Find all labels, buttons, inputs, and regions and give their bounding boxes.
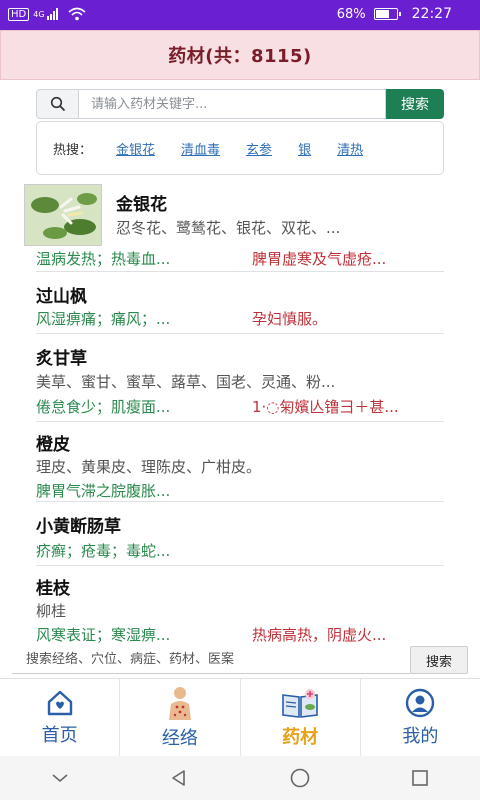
herb-effect: 疥癣；疮毒；毒蛇... xyxy=(36,542,171,560)
tab-home[interactable]: 首页 xyxy=(0,679,121,756)
herb-effect: 倦怠食少；肌瘦面... xyxy=(36,398,171,416)
herb-alias: 理皮、黄果皮、理陈皮、广柑皮。 xyxy=(36,458,262,476)
system-nav-bar xyxy=(0,756,480,800)
meridian-body-icon xyxy=(168,686,191,720)
tab-label: 我的 xyxy=(402,725,439,747)
status-bar: HD 4G 68% 22:27 xyxy=(0,0,480,30)
herb-search-bar: 搜索 xyxy=(36,89,444,119)
herb-list-item[interactable]: 过山枫 风湿痹痛；痛风；... 孕妇慎服。 xyxy=(36,272,444,334)
hot-search-label: 热搜： xyxy=(53,142,93,158)
battery-percent: 68% xyxy=(336,6,366,22)
global-search-button[interactable]: 搜索 xyxy=(410,646,468,674)
hot-search-link[interactable]: 玄参 xyxy=(246,139,272,158)
hot-search-box: 热搜： 金银花 清血毒 玄参 银 清热 xyxy=(36,121,444,175)
hd-icon: HD xyxy=(8,7,30,21)
recents-square-icon[interactable] xyxy=(410,768,430,788)
tab-label: 药材 xyxy=(282,726,319,748)
herb-name: 桂枝 xyxy=(36,579,70,599)
herb-effect: 风寒表证；寒湿痹... xyxy=(36,626,171,644)
herb-list: 金银花 忍冬花、鹭鸶花、银花、双花、... 温病发热；热毒血... 脾胃虚寒及气… xyxy=(0,182,480,646)
hot-search-link[interactable]: 清热 xyxy=(337,139,363,158)
network-type-label: 4G xyxy=(33,9,45,19)
herb-list-item[interactable]: 小黄断肠草 疥癣；疮毒；毒蛇... xyxy=(36,502,444,566)
herb-name: 炙甘草 xyxy=(36,349,87,369)
herb-caution: 脾胃虚寒及气虚疮... xyxy=(252,250,387,268)
herb-list-item[interactable]: 橙皮 理皮、黄果皮、理陈皮、广柑皮。 脾胃气滞之脘腹胀... xyxy=(36,422,444,502)
battery-icon xyxy=(373,8,401,20)
herb-effect: 温病发热；热毒血... xyxy=(36,250,171,268)
hot-search-link[interactable]: 银 xyxy=(298,139,311,158)
hot-search-link[interactable]: 金银花 xyxy=(116,139,155,158)
search-button[interactable]: 搜索 xyxy=(386,89,444,119)
herb-caution: 孕妇慎服。 xyxy=(252,310,328,328)
tab-label: 经络 xyxy=(161,727,198,749)
herb-caution: 1·◌匊嬪亾镥彐＋甚... xyxy=(252,398,399,416)
signal-icon xyxy=(46,8,58,20)
bottom-tab-bar: 首页 经络 药材 我的 xyxy=(0,678,480,756)
herb-name: 过山枫 xyxy=(36,287,87,307)
tab-meridian[interactable]: 经络 xyxy=(120,679,241,756)
page-header: 药材(共：8115) xyxy=(0,30,480,80)
herb-effect: 风湿痹痛；痛风；... xyxy=(36,310,171,328)
herb-caution: 热病高热，阴虚火... xyxy=(252,626,387,644)
chevron-down-icon[interactable] xyxy=(50,771,70,785)
herb-list-item[interactable]: 炙甘草 美草、蜜甘、蜜草、蕗草、国老、灵通、粉... 倦怠食少；肌瘦面... 1… xyxy=(36,334,444,422)
herb-effect: 脾胃气滞之脘腹胀... xyxy=(36,482,171,500)
herb-name: 小黄断肠草 xyxy=(36,517,121,537)
herb-thumbnail xyxy=(24,184,102,246)
back-icon[interactable] xyxy=(169,768,189,788)
herb-name: 橙皮 xyxy=(36,435,70,455)
herb-alias: 柳桂 xyxy=(36,602,67,620)
herb-list-item[interactable]: 桂枝 柳桂 风寒表证；寒湿痹... 热病高热，阴虚火... xyxy=(36,566,444,646)
tab-profile[interactable]: 我的 xyxy=(361,679,480,756)
herb-alias: 美草、蜜甘、蜜草、蕗草、国老、灵通、粉... xyxy=(36,373,336,391)
hot-search-link[interactable]: 清血毒 xyxy=(181,139,220,158)
tab-label: 首页 xyxy=(41,724,78,746)
search-icon xyxy=(36,89,78,119)
clock: 22:27 xyxy=(411,6,452,22)
herb-book-icon xyxy=(282,688,318,718)
page-title: 药材(共：8115) xyxy=(168,46,312,67)
user-icon xyxy=(406,688,435,717)
herb-alias: 忍冬花、鹭鸶花、银花、双花、... xyxy=(116,219,341,237)
herb-list-item[interactable]: 金银花 忍冬花、鹭鸶花、银花、双花、... 温病发热；热毒血... 脾胃虚寒及气… xyxy=(24,182,444,272)
wifi-icon xyxy=(68,7,86,21)
tab-herbs[interactable]: 药材 xyxy=(241,679,361,756)
home-icon xyxy=(47,690,72,715)
herb-name: 金银花 xyxy=(116,195,167,215)
global-search-input[interactable] xyxy=(12,646,410,674)
herb-search-input[interactable] xyxy=(78,89,386,119)
global-search-bar: 搜索 xyxy=(12,646,468,674)
home-circle-icon[interactable] xyxy=(289,767,311,789)
